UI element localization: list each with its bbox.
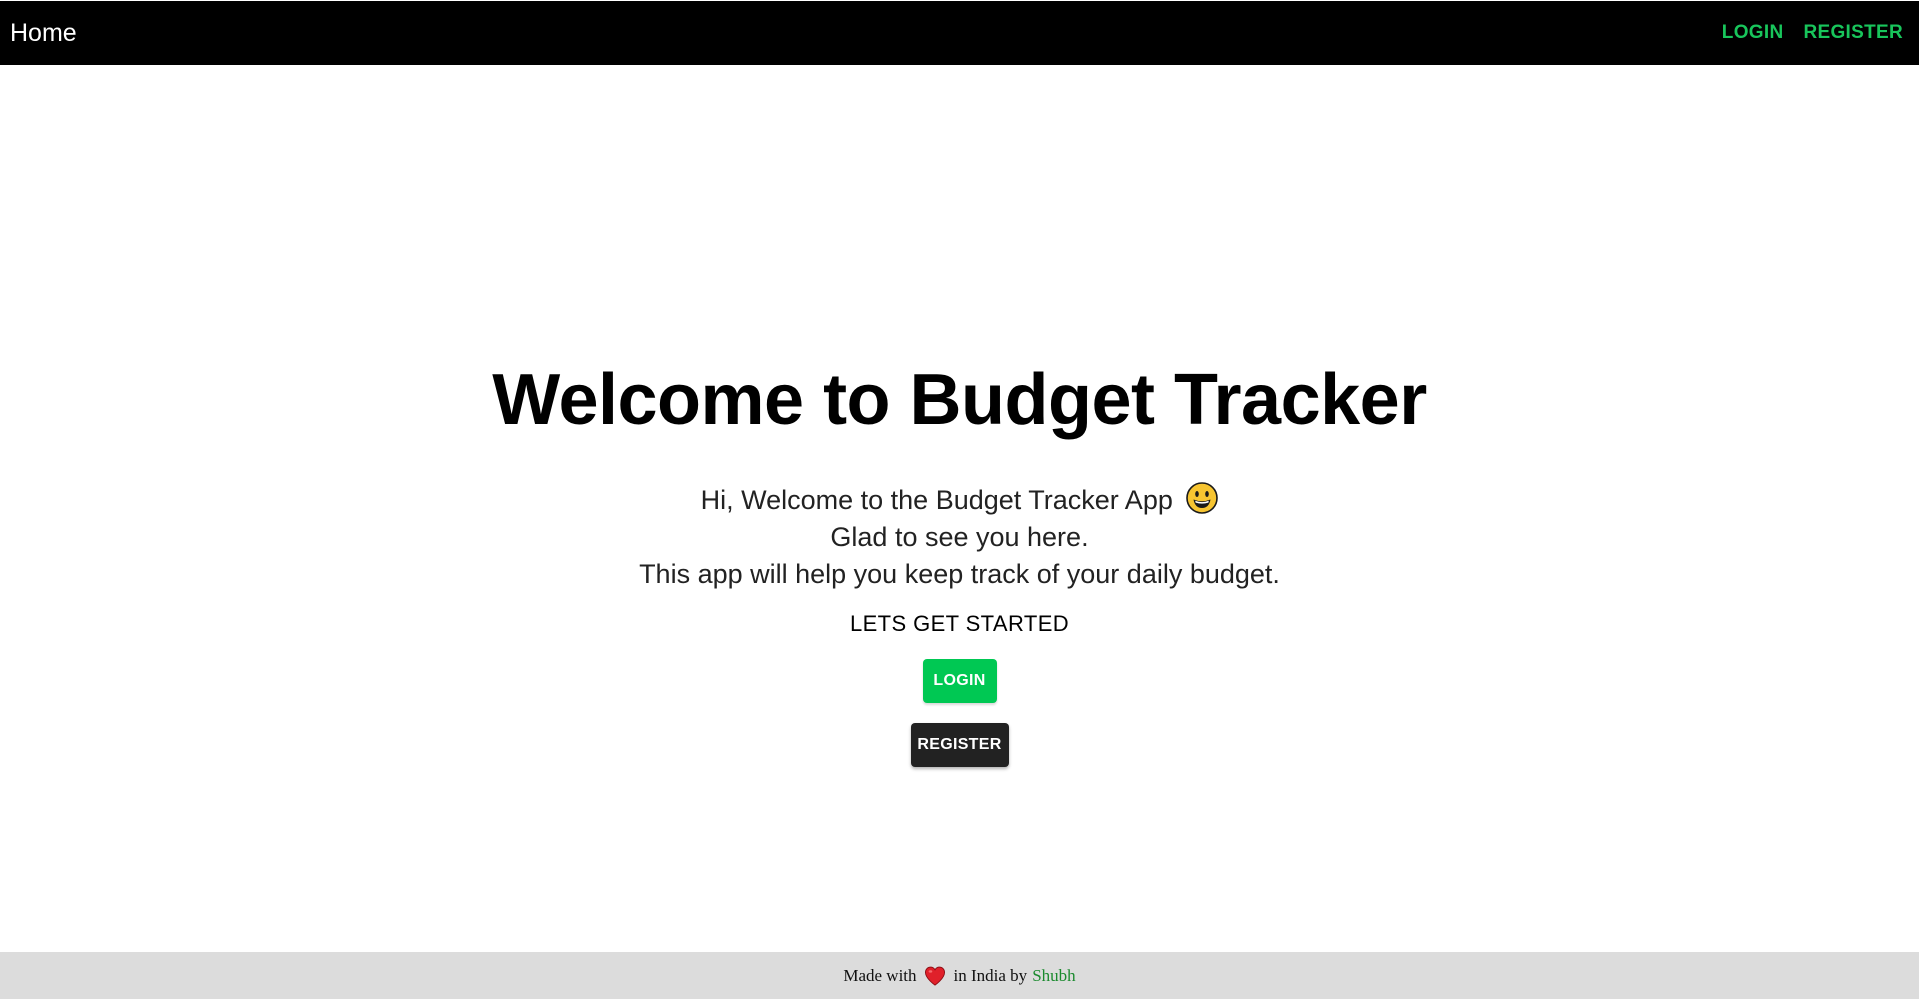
nav-register-link[interactable]: REGISTER [1803,22,1903,44]
intro-line-3: This app will help you keep track of you… [639,559,1280,589]
home-link[interactable]: Home [10,19,77,48]
intro-text: Hi, Welcome to the Budget Tracker App Gl… [0,482,1919,593]
heart-icon [924,966,945,986]
nav-login-link[interactable]: LOGIN [1722,22,1784,44]
page: Home LOGIN REGISTER Welcome to Budget Tr… [0,0,1919,999]
login-button-row: LOGIN [0,637,1919,703]
footer-middle: in India by [953,965,1028,985]
page-title: Welcome to Budget Tracker [492,360,1427,440]
hero-section: Welcome to Budget Tracker Hi, Welcome to… [0,360,1919,767]
grinning-face-icon [1186,482,1219,514]
navbar: Home LOGIN REGISTER [0,1,1919,65]
register-button[interactable]: REGISTER [910,723,1009,767]
footer: Made with in India by Shubh [0,952,1919,999]
footer-prefix: Made with [843,965,917,985]
intro-line-1-text: Hi, Welcome to the Budget Tracker App [700,485,1173,515]
author-link[interactable]: Shubh [1032,966,1075,986]
register-button-row: REGISTER [0,703,1919,767]
login-button[interactable]: LOGIN [922,659,997,703]
cta-heading: LETS GET STARTED [849,611,1070,636]
intro-line-2: Glad to see you here. [830,522,1089,552]
nav-links: LOGIN REGISTER [1722,22,1903,44]
intro-line-1: Hi, Welcome to the Budget Tracker App [0,482,1919,519]
